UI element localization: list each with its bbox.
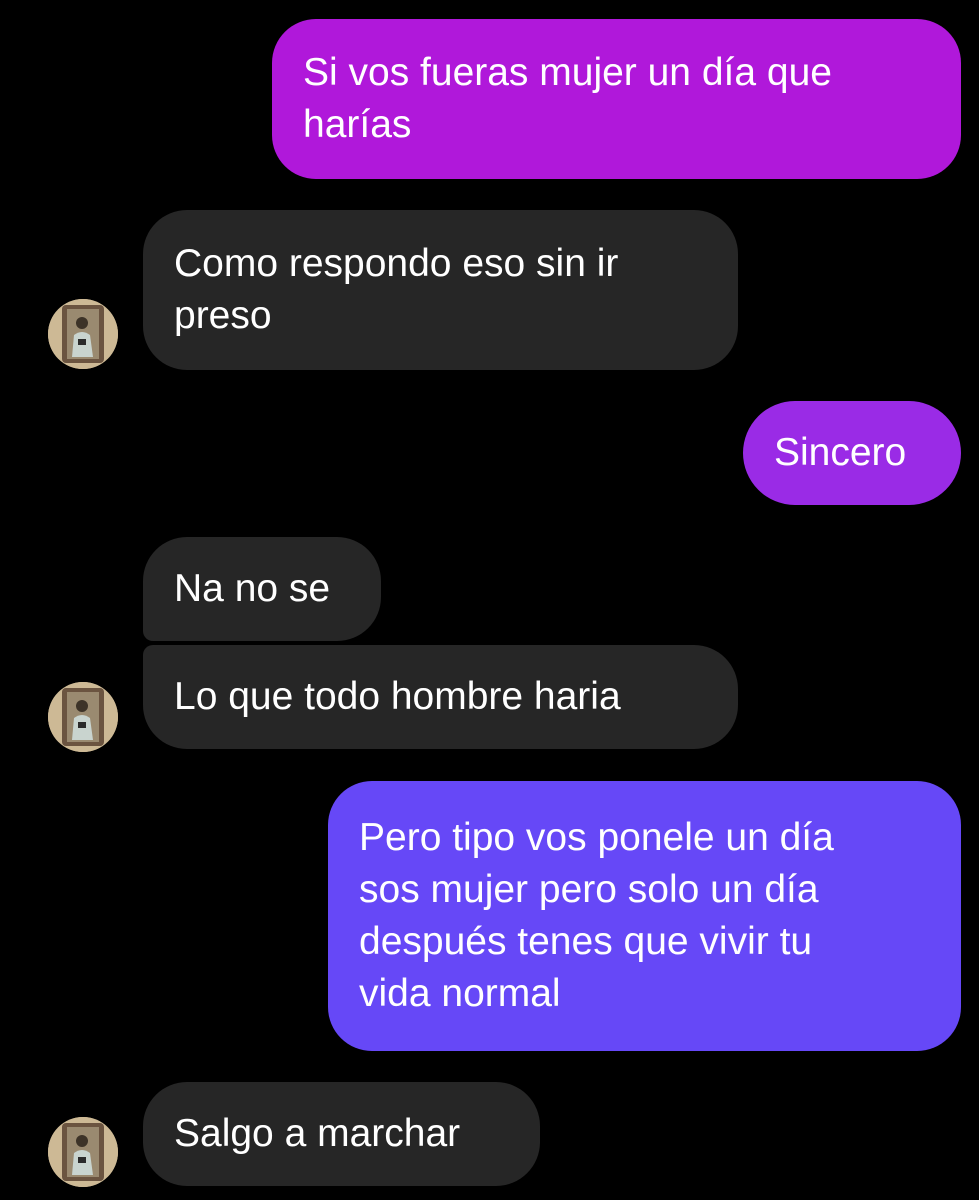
message-text: Pero tipo vos ponele un día sos mujer pe… xyxy=(359,816,834,1015)
message-text: Na no se xyxy=(174,567,331,610)
contact-avatar[interactable] xyxy=(48,299,118,369)
chat-screen: { "colors": { "background": "#000000", "… xyxy=(0,0,979,1200)
contact-avatar[interactable] xyxy=(48,682,118,752)
contact-avatar[interactable] xyxy=(48,1117,118,1187)
message-bubble-received[interactable]: Como respondo eso sin ir preso xyxy=(143,210,738,370)
message-bubble-sent[interactable]: Pero tipo vos ponele un día sos mujer pe… xyxy=(328,781,961,1051)
message-bubble-received[interactable]: Na no se xyxy=(143,537,381,641)
message-text: Salgo a marchar xyxy=(174,1112,461,1155)
message-text: Lo que todo hombre haria xyxy=(174,675,621,718)
message-bubble-received[interactable]: Salgo a marchar xyxy=(143,1082,540,1186)
contact-photo-icon xyxy=(48,682,118,752)
message-text: Si vos fueras mujer un día que harías xyxy=(303,51,832,146)
message-bubble-sent[interactable]: Si vos fueras mujer un día que harías xyxy=(272,19,961,179)
message-bubble-received[interactable]: Lo que todo hombre haria xyxy=(143,645,738,749)
contact-photo-icon xyxy=(48,299,118,369)
message-bubble-sent[interactable]: Sincero xyxy=(743,401,961,505)
contact-photo-icon xyxy=(48,1117,118,1187)
message-text: Sincero xyxy=(774,431,907,474)
message-text: Como respondo eso sin ir preso xyxy=(174,242,619,337)
